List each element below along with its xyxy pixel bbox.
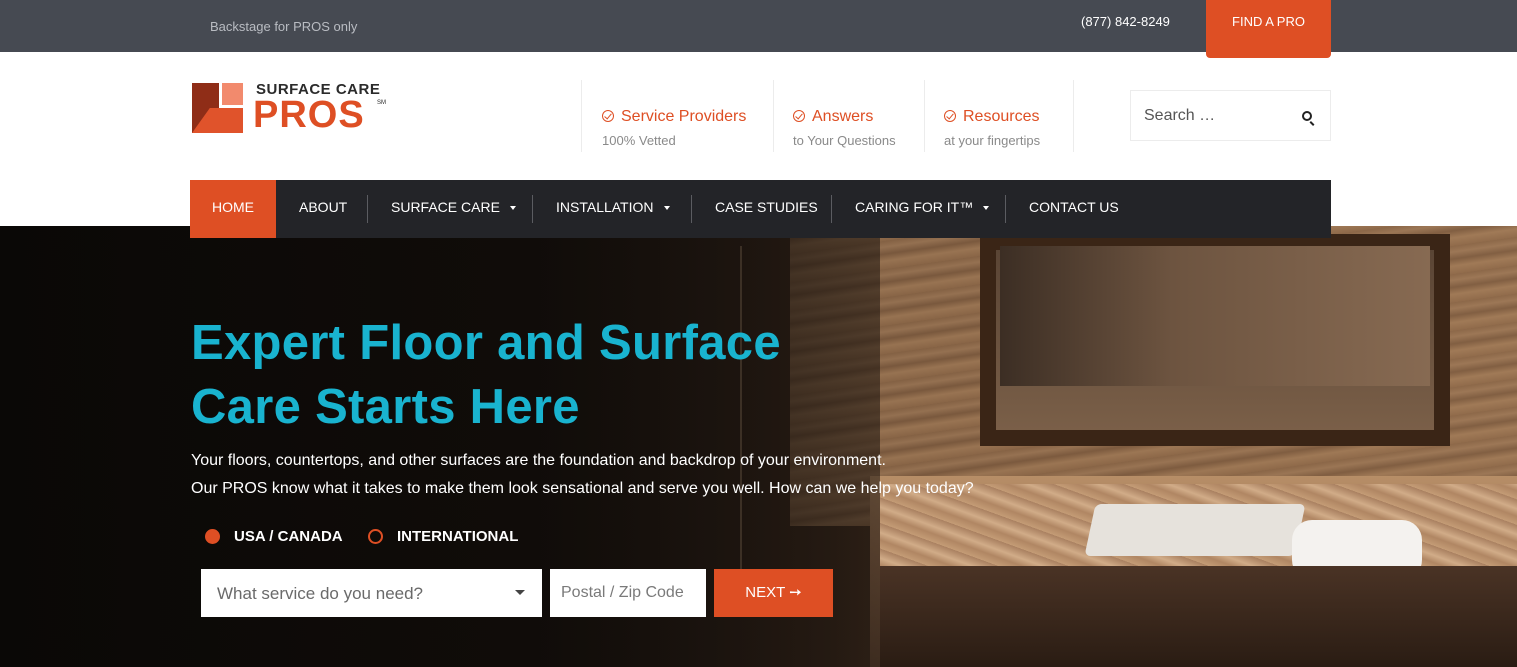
radio-international[interactable]: INTERNATIONAL bbox=[368, 528, 518, 548]
nav-divider bbox=[1005, 195, 1006, 223]
check-circle-icon bbox=[602, 110, 614, 122]
feature-subtitle: at your fingertips bbox=[944, 133, 1041, 148]
chevron-down-icon bbox=[515, 590, 525, 595]
top-bar: Backstage for PROS only (877) 842-8249 F… bbox=[0, 0, 1517, 58]
phone-number[interactable]: (877) 842-8249 bbox=[1081, 14, 1170, 29]
search-box bbox=[1130, 90, 1331, 141]
postal-code-input[interactable] bbox=[550, 569, 706, 617]
nav-item-installation[interactable]: INSTALLATION bbox=[556, 180, 670, 238]
feature-title: Resources bbox=[963, 108, 1040, 125]
hero-background-reflection bbox=[1000, 246, 1430, 386]
hero-background-cabinet bbox=[880, 566, 1517, 667]
next-button[interactable]: NEXT ➙ bbox=[714, 569, 833, 617]
feature-answers[interactable]: Answers to Your Questions bbox=[773, 80, 925, 152]
logo-text-main: PROS bbox=[253, 94, 365, 136]
hero-description: Your floors, countertops, and other surf… bbox=[191, 447, 1051, 503]
feature-subtitle: 100% Vetted bbox=[602, 133, 676, 148]
radio-label: USA / CANADA bbox=[234, 528, 343, 545]
service-select[interactable]: What service do you need? bbox=[201, 569, 542, 617]
radio-selected-icon bbox=[205, 529, 220, 544]
radio-label: INTERNATIONAL bbox=[397, 528, 519, 545]
feature-title: Service Providers bbox=[621, 108, 747, 125]
search-input[interactable] bbox=[1131, 91, 1291, 140]
hero-background-sink bbox=[1084, 504, 1306, 556]
nav-item-caring-for-it[interactable]: CARING FOR IT™ bbox=[855, 180, 990, 238]
hero-description-line-1: Your floors, countertops, and other surf… bbox=[191, 452, 886, 469]
nav-divider bbox=[532, 195, 533, 223]
radio-usa-canada[interactable]: USA / CANADA bbox=[205, 528, 343, 548]
caret-down-icon bbox=[509, 206, 516, 210]
hero-description-line-2: Our PROS know what it takes to make them… bbox=[191, 480, 974, 497]
nav-divider bbox=[691, 195, 692, 223]
feature-service-providers[interactable]: Service Providers 100% Vetted bbox=[581, 80, 774, 152]
logo-mark-light bbox=[222, 83, 243, 105]
main-nav: HOME ABOUT SURFACE CARE INSTALLATION CAS… bbox=[190, 180, 1331, 238]
hero-section: Expert Floor and Surface Care Starts Her… bbox=[0, 226, 1517, 667]
hero-title: Expert Floor and Surface Care Starts Her… bbox=[191, 311, 831, 439]
feature-title: Answers bbox=[812, 108, 874, 125]
hero-title-line-1: Expert Floor and Surface bbox=[191, 316, 781, 370]
nav-item-label: CARING FOR IT™ bbox=[855, 199, 974, 215]
site-logo[interactable]: SURFACE CARE PROS SM bbox=[192, 81, 392, 137]
nav-item-label: INSTALLATION bbox=[556, 199, 654, 215]
check-circle-icon bbox=[793, 110, 805, 122]
nav-item-label: SURFACE CARE bbox=[391, 199, 500, 215]
nav-divider bbox=[367, 195, 368, 223]
nav-item-contact-us[interactable]: CONTACT US bbox=[1029, 180, 1119, 238]
caret-down-icon bbox=[663, 206, 670, 210]
logo-service-mark: SM bbox=[377, 100, 386, 106]
backstage-link[interactable]: Backstage for PROS only bbox=[210, 19, 357, 34]
nav-divider bbox=[831, 195, 832, 223]
nav-item-surface-care[interactable]: SURFACE CARE bbox=[391, 180, 516, 238]
check-circle-icon bbox=[944, 110, 956, 122]
feature-subtitle: to Your Questions bbox=[793, 133, 896, 148]
hero-title-line-2: Care Starts Here bbox=[191, 380, 580, 434]
nav-item-home[interactable]: HOME bbox=[190, 180, 276, 238]
nav-item-case-studies[interactable]: CASE STUDIES bbox=[715, 180, 818, 238]
radio-unselected-icon bbox=[368, 529, 383, 544]
search-icon[interactable] bbox=[1302, 111, 1312, 121]
nav-item-about[interactable]: ABOUT bbox=[299, 180, 347, 238]
service-select-placeholder: What service do you need? bbox=[217, 584, 424, 603]
caret-down-icon bbox=[983, 206, 990, 210]
find-a-pro-button[interactable]: FIND A PRO bbox=[1206, 0, 1331, 58]
feature-resources[interactable]: Resources at your fingertips bbox=[924, 80, 1074, 152]
